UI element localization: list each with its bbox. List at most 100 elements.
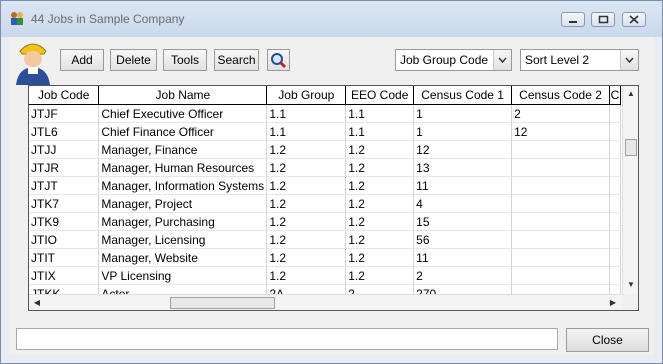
sort-level-select[interactable]: Sort Level 2 <box>520 49 639 71</box>
table-cell[interactable] <box>511 284 610 294</box>
find-button[interactable] <box>267 49 290 71</box>
table-row[interactable]: JTL6 Chief Finance Officer 1.1 1.1 1 12 <box>29 122 621 141</box>
table-row[interactable]: JTIO Manager, Licensing 1.2 1.2 56 <box>29 230 621 249</box>
column-header[interactable]: Job Group <box>266 86 347 105</box>
table-cell[interactable]: JTJF <box>29 104 100 123</box>
table-cell[interactable]: 1.2 <box>266 266 347 285</box>
table-cell[interactable]: 2 <box>413 266 513 285</box>
tools-button[interactable]: Tools <box>163 49 207 71</box>
table-cell[interactable]: 1.2 <box>266 140 347 159</box>
jobs-grid[interactable]: Job Code Job Name Job Group EEO Code Census … <box>28 85 639 311</box>
table-cell[interactable]: Manager, Finance <box>98 140 268 159</box>
table-cell[interactable] <box>609 194 621 213</box>
table-cell[interactable]: 1 <box>413 122 513 141</box>
table-cell[interactable]: 1.2 <box>345 248 415 267</box>
table-cell[interactable]: 15 <box>413 212 513 231</box>
table-cell[interactable] <box>609 230 621 249</box>
column-header[interactable]: Census Code 2 <box>511 86 610 105</box>
minimize-button[interactable] <box>561 12 585 27</box>
table-cell[interactable]: JTIO <box>29 230 100 249</box>
horizontal-scroll-thumb[interactable] <box>170 297 275 309</box>
table-cell[interactable]: 4 <box>413 194 513 213</box>
table-row[interactable]: JTIT Manager, Website 1.2 1.2 11 <box>29 248 621 267</box>
table-cell[interactable]: 2 <box>511 104 610 123</box>
table-row[interactable]: JTK9 Manager, Purchasing 1.2 1.2 15 <box>29 212 621 231</box>
table-cell[interactable]: Chief Finance Officer <box>98 122 268 141</box>
table-cell[interactable]: 1 <box>413 104 513 123</box>
column-header[interactable]: Job Name <box>98 86 268 105</box>
table-cell[interactable]: 11 <box>413 248 513 267</box>
column-header[interactable]: Job Code <box>29 86 100 105</box>
table-cell[interactable]: JTIT <box>29 248 100 267</box>
table-cell[interactable]: 11 <box>413 176 513 195</box>
table-row[interactable]: JTJJ Manager, Finance 1.2 1.2 12 <box>29 140 621 159</box>
table-cell[interactable]: 12 <box>413 140 513 159</box>
table-cell[interactable] <box>511 248 610 267</box>
column-header[interactable]: Census Code 1 <box>413 86 513 105</box>
table-cell[interactable] <box>511 266 610 285</box>
table-row[interactable]: JTIX VP Licensing 1.2 1.2 2 <box>29 266 621 285</box>
table-cell[interactable]: JTJT <box>29 176 100 195</box>
scroll-left-icon[interactable]: ◀ <box>30 296 44 310</box>
table-cell[interactable]: 270 <box>413 284 513 294</box>
table-cell[interactable]: Manager, Website <box>98 248 268 267</box>
title-bar[interactable]: 44 Jobs in Sample Company <box>1 1 662 37</box>
table-row[interactable]: JTK7 Manager, Project 1.2 1.2 4 <box>29 194 621 213</box>
vertical-scroll-thumb[interactable] <box>625 139 637 156</box>
table-cell[interactable]: 1.1 <box>266 122 347 141</box>
table-cell[interactable]: 1.2 <box>345 230 415 249</box>
add-button[interactable]: Add <box>60 49 104 71</box>
table-cell[interactable]: JTJR <box>29 158 100 177</box>
table-cell[interactable] <box>609 158 621 177</box>
table-cell[interactable]: Actor <box>98 284 268 294</box>
table-cell[interactable]: 1.2 <box>266 212 347 231</box>
maximize-button[interactable] <box>591 12 615 27</box>
table-cell[interactable]: 1.2 <box>345 140 415 159</box>
table-row[interactable]: JTJT Manager, Information Systems 1.2 1.2 11 <box>29 176 621 195</box>
table-cell[interactable]: 1.2 <box>345 266 415 285</box>
table-cell[interactable]: 1.2 <box>266 230 347 249</box>
column-header[interactable]: EEO Code <box>345 86 415 105</box>
table-cell[interactable]: 1.2 <box>345 194 415 213</box>
table-cell[interactable]: Manager, Purchasing <box>98 212 268 231</box>
table-cell[interactable] <box>511 158 610 177</box>
table-cell[interactable]: Manager, Information Systems <box>98 176 268 195</box>
table-cell[interactable]: 56 <box>413 230 513 249</box>
table-cell[interactable]: 1.2 <box>266 176 347 195</box>
table-cell[interactable]: Manager, Licensing <box>98 230 268 249</box>
table-cell[interactable]: 1.2 <box>266 194 347 213</box>
table-cell[interactable]: Chief Executive Officer <box>98 104 268 123</box>
column-header[interactable]: C <box>609 86 621 105</box>
table-cell[interactable]: 12 <box>511 122 610 141</box>
table-cell[interactable]: JTK9 <box>29 212 100 231</box>
table-cell[interactable]: 13 <box>413 158 513 177</box>
table-cell[interactable]: 1.2 <box>266 158 347 177</box>
table-cell[interactable]: JTIX <box>29 266 100 285</box>
scroll-up-icon[interactable]: ▲ <box>624 87 638 101</box>
table-cell[interactable]: 2A <box>266 284 347 294</box>
table-cell[interactable]: VP Licensing <box>98 266 268 285</box>
table-cell[interactable] <box>609 122 621 141</box>
table-cell[interactable]: Manager, Project <box>98 194 268 213</box>
table-cell[interactable] <box>609 104 621 123</box>
scroll-down-icon[interactable]: ▼ <box>624 278 638 292</box>
table-cell[interactable] <box>609 284 621 294</box>
table-cell[interactable] <box>609 266 621 285</box>
search-button[interactable]: Search <box>214 49 259 71</box>
table-cell[interactable]: JTK7 <box>29 194 100 213</box>
table-row[interactable]: JTJF Chief Executive Officer 1.1 1.1 1 2 <box>29 104 621 123</box>
close-button[interactable]: Close <box>566 328 649 352</box>
table-cell[interactable] <box>609 212 621 231</box>
table-cell[interactable] <box>609 176 621 195</box>
table-cell[interactable] <box>511 176 610 195</box>
vertical-scrollbar[interactable]: ▲ ▼ <box>622 86 638 294</box>
table-cell[interactable]: 1.2 <box>266 248 347 267</box>
table-row[interactable]: JTKK Actor 2A 2 270 <box>29 284 621 294</box>
table-cell[interactable]: JTKK <box>29 284 100 294</box>
table-cell[interactable]: 1.1 <box>345 122 415 141</box>
table-cell[interactable] <box>609 248 621 267</box>
table-cell[interactable]: Manager, Human Resources <box>98 158 268 177</box>
table-cell[interactable] <box>609 140 621 159</box>
scroll-right-icon[interactable]: ▶ <box>606 296 620 310</box>
horizontal-scrollbar[interactable]: ◀ ▶ <box>29 294 622 310</box>
